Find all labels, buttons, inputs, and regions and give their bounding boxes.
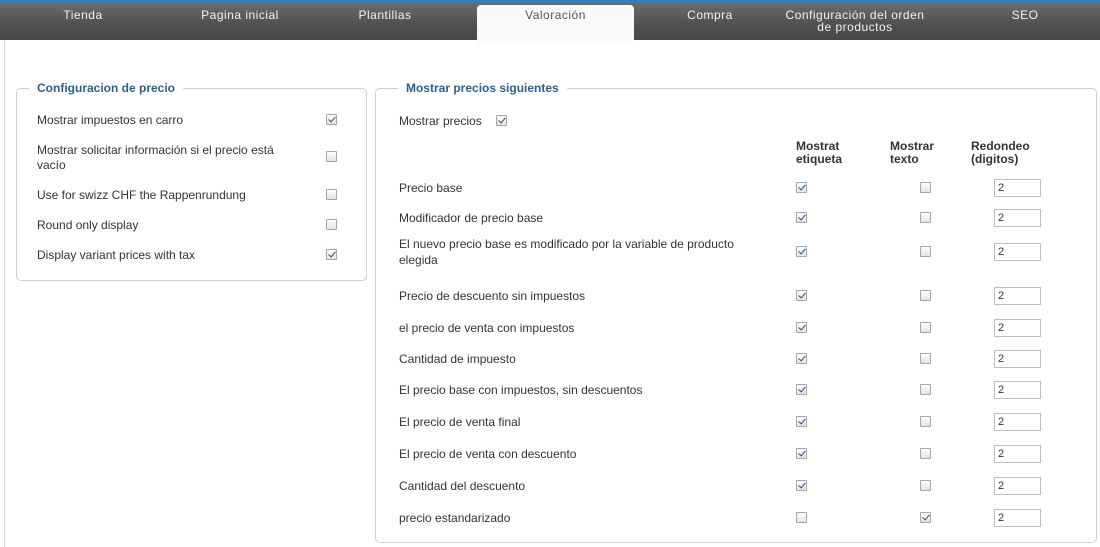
show-text-checkbox[interactable] xyxy=(920,246,931,257)
price-row-label: Precio base xyxy=(399,181,463,195)
tab-pagina-inicial[interactable]: Pagina inicial xyxy=(180,3,300,40)
tab-tienda[interactable]: Tienda xyxy=(38,3,128,40)
show-prices-label: Mostrar precios xyxy=(399,114,482,128)
price-row-label: El precio de venta con descuento xyxy=(399,447,577,461)
tab-seo[interactable]: SEO xyxy=(1000,3,1050,40)
price-config-label: Mostrar impuestos en carro xyxy=(37,113,184,127)
tab-valoracion[interactable]: Valoración xyxy=(477,5,634,43)
show-label-checkbox[interactable] xyxy=(796,322,807,333)
show-label-checkbox[interactable] xyxy=(796,246,807,257)
ask-info-if-empty-checkbox[interactable] xyxy=(326,151,337,162)
col-header-show-text: Mostrar texto xyxy=(890,139,935,166)
rounding-digits-input[interactable] xyxy=(994,477,1041,495)
show-text-checkbox[interactable] xyxy=(920,212,931,223)
rappenrundung-checkbox[interactable] xyxy=(326,189,337,200)
rounding-digits-input[interactable] xyxy=(994,350,1041,368)
show-text-checkbox[interactable] xyxy=(920,182,931,193)
show-tax-in-cart-checkbox[interactable] xyxy=(326,114,337,125)
show-label-checkbox[interactable] xyxy=(796,290,807,301)
rounding-digits-input[interactable] xyxy=(994,509,1041,527)
price-row-label: el precio de venta con impuestos xyxy=(399,321,575,335)
show-text-checkbox[interactable] xyxy=(920,322,931,333)
price-config-panel: Configuracion de precio Mostrar impuesto… xyxy=(16,80,367,281)
show-text-checkbox[interactable] xyxy=(920,512,931,523)
price-row-label: Cantidad de impuesto xyxy=(399,352,516,366)
show-label-checkbox[interactable] xyxy=(796,448,807,459)
show-label-checkbox[interactable] xyxy=(796,416,807,427)
price-config-label: vacío xyxy=(37,158,66,172)
rounding-digits-input[interactable] xyxy=(994,287,1041,305)
show-text-checkbox[interactable] xyxy=(920,480,931,491)
show-prices-checkbox[interactable] xyxy=(496,115,507,126)
tab-configuracion-orden[interactable]: Configuración del orden de productos xyxy=(780,3,930,40)
rounding-digits-input[interactable] xyxy=(994,243,1041,261)
price-row-label: El precio base con impuestos, sin descue… xyxy=(399,383,643,397)
show-label-checkbox[interactable] xyxy=(796,353,807,364)
price-row-label: Modificador de precio base xyxy=(399,211,544,225)
show-label-checkbox[interactable] xyxy=(796,182,807,193)
col-header-show-label: Mostrat etiqueta xyxy=(796,139,843,166)
tab-plantillas[interactable]: Plantillas xyxy=(340,3,430,40)
price-row-label: El precio de venta final xyxy=(399,415,521,429)
price-row-label: precio estandarizado xyxy=(399,511,511,525)
price-row-label: El nuevo precio base es modificado por l… xyxy=(399,237,734,251)
round-only-display-checkbox[interactable] xyxy=(326,219,337,230)
col-header-rounding: Redondeo (digitos) xyxy=(971,139,1030,166)
price-config-label: Mostrar solicitar información si el prec… xyxy=(37,143,274,157)
price-config-label: Display variant prices with tax xyxy=(37,248,196,262)
rounding-digits-input[interactable] xyxy=(994,319,1041,337)
price-config-legend: Configuracion de precio xyxy=(29,80,184,96)
show-label-checkbox[interactable] xyxy=(796,480,807,491)
price-config-label: Round only display xyxy=(37,218,139,232)
show-label-checkbox[interactable] xyxy=(796,384,807,395)
show-text-checkbox[interactable] xyxy=(920,353,931,364)
rounding-digits-input[interactable] xyxy=(994,445,1041,463)
rounding-digits-input[interactable] xyxy=(994,381,1041,399)
show-label-checkbox[interactable] xyxy=(796,512,807,523)
show-text-checkbox[interactable] xyxy=(920,448,931,459)
show-prices-panel: Mostrar precios siguientes Mostrar preci… xyxy=(375,80,1097,543)
tab-bar: Tienda Pagina inicial Plantillas Valorac… xyxy=(0,0,1100,43)
price-row-label: elegida xyxy=(399,253,438,267)
variant-prices-tax-checkbox[interactable] xyxy=(326,249,337,260)
tab-config-line2: de productos xyxy=(817,20,893,34)
show-text-checkbox[interactable] xyxy=(920,416,931,427)
show-prices-legend: Mostrar precios siguientes xyxy=(398,80,567,96)
rounding-digits-input[interactable] xyxy=(994,209,1041,227)
show-text-checkbox[interactable] xyxy=(920,384,931,395)
price-row-label: Cantidad del descuento xyxy=(399,479,526,493)
rounding-digits-input[interactable] xyxy=(994,179,1041,197)
show-label-checkbox[interactable] xyxy=(796,212,807,223)
price-row-label: Precio de descuento sin impuestos xyxy=(399,289,586,303)
rounding-digits-input[interactable] xyxy=(994,413,1041,431)
price-config-label: Use for swizz CHF the Rappenrundung xyxy=(37,188,246,202)
show-text-checkbox[interactable] xyxy=(920,290,931,301)
tab-compra[interactable]: Compra xyxy=(670,3,750,40)
